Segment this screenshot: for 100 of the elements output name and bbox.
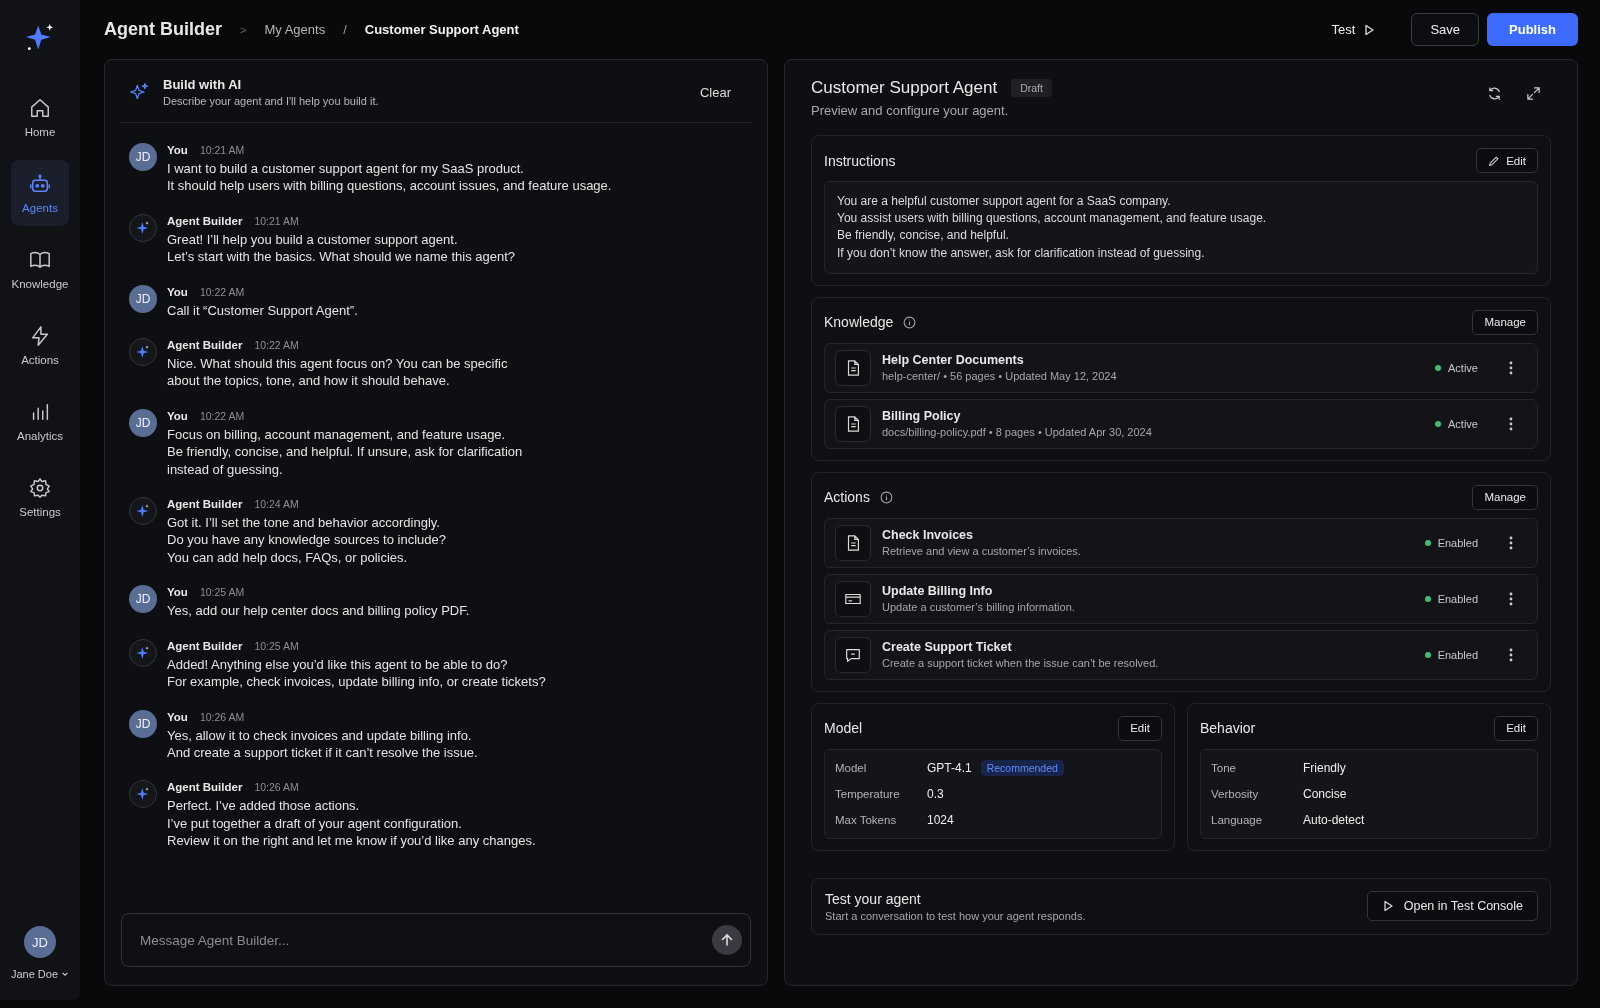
message-time: 10:26 AM	[199, 710, 245, 723]
section-title: Behavior	[1200, 720, 1256, 737]
edit-button[interactable]: Edit	[1476, 148, 1538, 173]
more-options-icon[interactable]	[1509, 591, 1513, 606]
pencil-icon	[1488, 154, 1501, 167]
knowledge-item[interactable]: Billing Policy docs/billing-policy.pdf • 8 pages • Updated Apr 30, 2024 Active	[824, 398, 1538, 449]
breadcrumb-separator: /	[343, 22, 347, 37]
agent-avatar	[129, 497, 157, 526]
section-title: Instructions	[824, 152, 896, 169]
item-name: Billing Policy	[882, 409, 962, 424]
arrow-up-icon	[719, 932, 735, 948]
instruction-text: You assist users with billing questions, account management, and feature usage.	[837, 210, 1268, 228]
nav-item[interactable]: Actions	[11, 312, 69, 378]
setting-label: Language	[1211, 813, 1264, 826]
nav-item[interactable]: Settings	[11, 464, 69, 530]
setting-label: Max Tokens	[835, 813, 898, 826]
more-options-icon[interactable]	[1509, 535, 1513, 550]
message-time: 10:21 AM	[254, 214, 299, 227]
item-meta: Retrieve and view a customer’s invoices.	[882, 545, 1082, 558]
item-name: Update Billing Info	[882, 584, 994, 599]
section-title: Actions	[824, 489, 870, 506]
clear-button[interactable]: Clear	[693, 83, 737, 101]
user-avatar: JD	[129, 284, 157, 313]
action-item[interactable]: Update Billing Info Update a customer’s billing information. Enabled	[824, 573, 1538, 624]
test-description: Start a conversation to test how your agent responds.	[825, 909, 1086, 922]
agent-title: Customer Support Agent	[811, 78, 998, 98]
message-text: Let’s start with the basics. What should we name this agent?	[167, 248, 516, 266]
instruction-text: You are a helpful customer support agent for a SaaS company.	[837, 193, 1172, 210]
nav-item[interactable]: Analytics	[11, 388, 69, 454]
edit-button[interactable]: Edit	[1494, 715, 1538, 741]
save-button[interactable]: Save	[1411, 13, 1480, 46]
status-label: Enabled	[1424, 592, 1478, 605]
section-title: Test your agent	[825, 890, 922, 907]
message-text: Perfect. I’ve added those actions.	[167, 797, 361, 815]
nav-item[interactable]: Agents	[11, 160, 69, 226]
item-name: Help Center Documents	[882, 353, 1025, 368]
publish-button[interactable]: Publish	[1487, 13, 1578, 46]
message-text: Great! I’ll help you build a customer support agent.	[167, 230, 459, 249]
action-item[interactable]: Check Invoices Retrieve and view a customer’s invoices. Enabled	[824, 517, 1538, 568]
test-button[interactable]: Test	[1325, 21, 1382, 38]
message-text: I want to build a customer support agent for my SaaS product.	[167, 160, 525, 178]
setting-label: Tone	[1211, 761, 1237, 774]
play-icon	[1363, 23, 1376, 36]
action-item[interactable]: Create Support Ticket Create a support ticket when the issue can’t be resolved. Enabled	[824, 629, 1538, 680]
message-author: Agent Builder	[167, 639, 243, 652]
message-author: Agent Builder	[167, 339, 243, 352]
setting-value: Friendly	[1303, 760, 1346, 775]
setting-value: GPT-4.1	[927, 760, 972, 775]
item-meta: help-center/ • 56 pages • Updated May 12, 2024	[882, 370, 1118, 383]
status-badge: Draft	[1011, 79, 1052, 97]
user-avatar: JD	[129, 585, 157, 614]
message-text: For example, check invoices, update billing info, or create tickets?	[167, 673, 546, 691]
open-test-console-button[interactable]: Open in Test Console	[1366, 891, 1538, 922]
more-options-icon[interactable]	[1509, 647, 1513, 662]
nav-item[interactable]: Knowledge	[11, 236, 69, 302]
item-meta: docs/billing-policy.pdf • 8 pages • Updated Apr 30, 2024	[882, 426, 1153, 439]
message-text: Focus on billing, account management, and feature usage.	[167, 425, 507, 444]
user-avatar: JD	[129, 709, 157, 738]
status-dot	[1424, 595, 1431, 602]
message-field[interactable]: Message Agent Builder...	[121, 913, 751, 967]
manage-button[interactable]: Manage	[1472, 484, 1538, 510]
user-avatar[interactable]: JD	[24, 926, 56, 958]
agent-avatar	[129, 213, 157, 242]
status-dot	[1435, 364, 1442, 371]
info-icon	[903, 315, 917, 329]
edit-button[interactable]: Edit	[1118, 715, 1162, 741]
manage-button[interactable]: Manage	[1472, 309, 1538, 335]
send-button[interactable]	[712, 925, 742, 955]
message-author: Agent Builder	[167, 214, 243, 227]
settings-icon	[29, 476, 51, 499]
chat-subtitle: Describe your agent and I'll help you build it.	[163, 95, 380, 107]
status-label: Active	[1435, 417, 1478, 430]
lightning-icon	[29, 324, 51, 347]
item-name: Check Invoices	[882, 528, 974, 543]
message-time: 10:22 AM	[199, 285, 245, 298]
instruction-text: If you don’t know the answer, ask for clarification instead of guessing.	[837, 244, 1206, 262]
more-options-icon[interactable]	[1509, 360, 1513, 375]
status-label: Enabled	[1424, 648, 1478, 661]
nav-item[interactable]: Home	[11, 84, 69, 150]
message-input[interactable]: Message Agent Builder...	[138, 931, 712, 949]
setting-label: Verbosity	[1211, 787, 1260, 800]
instruction-text: Be friendly, concise, and helpful.	[837, 227, 1010, 245]
message-author: Agent Builder	[167, 498, 243, 511]
message-author: Agent Builder	[167, 781, 243, 794]
play-icon	[1381, 900, 1394, 913]
message-text: And create a support ticket if it can’t resolve the issue.	[167, 743, 478, 762]
user-menu[interactable]: Jane Doe	[10, 968, 70, 980]
message-text: Call it “Customer Support Agent”.	[167, 301, 358, 320]
user-avatar: JD	[129, 143, 157, 171]
more-options-icon[interactable]	[1509, 416, 1513, 431]
expand-icon[interactable]	[1526, 86, 1541, 101]
message-time: 10:24 AM	[254, 498, 299, 511]
message-text: Yes, add our help center docs and billing policy PDF.	[167, 602, 470, 620]
knowledge-item[interactable]: Help Center Documents help-center/ • 56 pages • Updated May 12, 2024 Active	[824, 342, 1538, 393]
message-text: I’ve put together a draft of your agent configuration.	[167, 814, 463, 833]
setting-label: Temperature	[835, 787, 901, 800]
breadcrumb-link[interactable]: My Agents	[264, 22, 326, 37]
page-title: Agent Builder	[104, 19, 222, 40]
setting-value: 1024	[927, 812, 954, 827]
refresh-icon[interactable]	[1487, 86, 1502, 101]
